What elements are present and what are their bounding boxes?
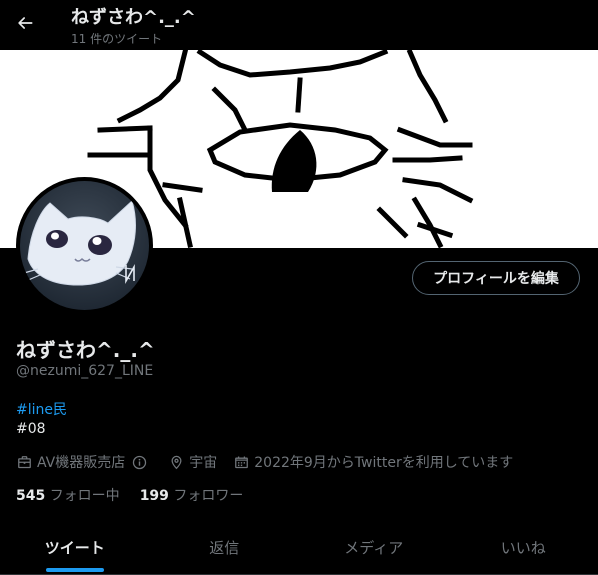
following-link[interactable]: 545 フォロー中	[16, 485, 120, 505]
tab-tweets[interactable]: ツイート	[0, 520, 150, 574]
profile-location: 宇宙	[168, 452, 217, 472]
back-button[interactable]	[12, 10, 38, 36]
following-count: 545	[16, 488, 46, 504]
info-icon	[133, 455, 147, 469]
header-title: ねずさわ^._.^	[71, 7, 196, 28]
following-label: フォロー中	[49, 488, 120, 504]
tab-tweets-label: ツイート	[44, 538, 105, 557]
briefcase-icon	[18, 455, 31, 468]
profile-joined-label: 2022年9月からTwitterを利用しています	[254, 455, 514, 471]
edit-profile-button[interactable]: プロフィールを編集	[412, 261, 580, 295]
profile-joined: 2022年9月からTwitterを利用しています	[233, 452, 513, 472]
bio-hashtag-link[interactable]: #line民	[16, 399, 67, 419]
bio-text: #08	[16, 421, 46, 437]
avatar[interactable]	[16, 177, 153, 314]
profile-handle: @nezumi_627_LINE	[16, 363, 154, 379]
avatar-image	[20, 181, 149, 310]
followers-count: 199	[139, 488, 169, 504]
tab-likes[interactable]: いいね	[449, 520, 598, 574]
tab-likes-label: いいね	[500, 538, 546, 557]
followers-link[interactable]: 199 フォロワー	[140, 485, 244, 505]
profile-category: AV機器販売店	[16, 452, 152, 472]
location-pin-icon	[171, 455, 182, 469]
top-bar: ねずさわ^._.^ 11 件のツイート	[0, 0, 598, 50]
tab-replies-label: 返信	[209, 538, 240, 557]
back-arrow-icon	[18, 17, 33, 29]
followers-label: フォロワー	[173, 488, 244, 504]
tab-media[interactable]: メディア	[299, 520, 449, 574]
category-info-button[interactable]	[131, 454, 152, 471]
profile-tabs: ツイート 返信 メディア いいね	[0, 520, 598, 575]
tab-media-label: メディア	[344, 538, 404, 557]
profile-display-name: ねずさわ^._.^	[16, 338, 155, 362]
follow-stats: 545 フォロー中 199 フォロワー	[16, 485, 263, 505]
calendar-icon	[235, 455, 249, 468]
profile-meta-row: AV機器販売店 宇宙 2022年9月からTwitterを利用しています	[16, 452, 529, 472]
profile-location-label: 宇宙	[189, 455, 218, 471]
tab-replies[interactable]: 返信	[150, 520, 300, 574]
profile-category-label: AV機器販売店	[37, 455, 126, 471]
active-tab-indicator	[45, 568, 104, 572]
header-tweet-count: 11 件のツイート	[71, 32, 163, 46]
